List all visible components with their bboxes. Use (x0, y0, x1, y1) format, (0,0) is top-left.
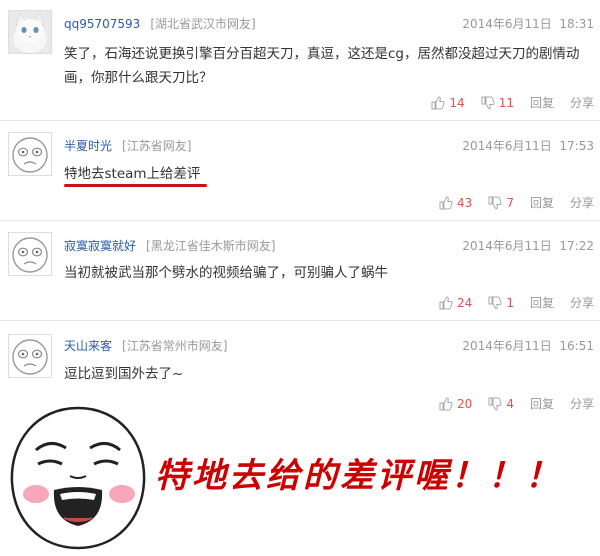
thumbs-up-icon (439, 295, 453, 309)
upvote-button[interactable]: 14 (431, 95, 465, 110)
date: 2014年6月11日 (462, 339, 552, 353)
thumbs-down-icon (488, 296, 502, 310)
comment-text: 当初就被武当那个劈水的视频给骗了，可别骗人了蜗牛 (64, 265, 388, 281)
username[interactable]: 天山来客 [江苏省常州市网友] (64, 337, 227, 354)
downvote-count: 1 (506, 295, 514, 310)
location: [江苏省网友] (122, 139, 192, 153)
clock: 18:31 (559, 17, 594, 31)
upvote-button[interactable]: 43 (439, 196, 472, 210)
reply-button[interactable]: 回复 (530, 194, 554, 211)
location: [黑龙江省佳木斯市网友] (146, 239, 276, 253)
share-button[interactable]: 分享 (570, 194, 594, 211)
username[interactable]: 半夏时光 [江苏省网友] (64, 137, 191, 154)
overlay-caption: 特地去给的差评喔！！！ (155, 456, 562, 496)
location: [湖北省武汉市网友] (150, 17, 256, 31)
default-face-avatar-icon (9, 133, 51, 175)
downvote-button[interactable]: 7 (488, 196, 514, 210)
share-button[interactable]: 分享 (570, 395, 594, 412)
downvote-count: 7 (506, 195, 514, 210)
downvote-button[interactable]: 11 (481, 96, 514, 110)
comment-actions: 20 4 回复 分享 (439, 395, 594, 412)
comment-actions: 43 7 回复 分享 (439, 194, 594, 211)
comment-actions: 24 1 回复 分享 (439, 294, 594, 311)
upvote-button[interactable]: 24 (439, 296, 472, 310)
thumbs-down-icon (488, 196, 502, 210)
divider (0, 320, 600, 321)
comment-text: 笑了，石海还说更换引擎百分百超天刀，真逗，这还是cg，居然都没超过天刀的剧情动画… (64, 46, 580, 86)
downvote-count: 4 (506, 396, 514, 411)
thumbs-down-icon (481, 96, 495, 110)
avatar[interactable] (8, 132, 52, 176)
share-button[interactable]: 分享 (570, 294, 594, 311)
comment-text: 特地去steam上给差评 (64, 166, 201, 182)
upvote-count: 43 (457, 195, 473, 210)
location: [江苏省常州市网友] (122, 339, 228, 353)
cat-avatar-icon (9, 11, 51, 53)
timestamp: 2014年6月11日 18:31 (462, 15, 594, 32)
reply-button[interactable]: 回复 (530, 294, 554, 311)
clock: 17:22 (559, 239, 594, 253)
date: 2014年6月11日 (462, 17, 552, 31)
clock: 16:51 (559, 339, 594, 353)
timestamp: 2014年6月11日 17:53 (462, 137, 594, 154)
username[interactable]: 寂寞寂寞就好 [黑龙江省佳木斯市网友] (64, 237, 275, 254)
highlight-underline (64, 184, 207, 187)
divider (0, 220, 600, 221)
date: 2014年6月11日 (462, 139, 552, 153)
avatar[interactable] (8, 232, 52, 276)
upvote-count: 20 (457, 396, 473, 411)
share-button[interactable]: 分享 (570, 94, 594, 111)
reply-button[interactable]: 回复 (530, 395, 554, 412)
username-text[interactable]: 天山来客 (64, 339, 112, 353)
comment-actions: 14 11 回复 分享 (431, 94, 594, 111)
downvote-count: 11 (498, 95, 514, 110)
username-text[interactable]: 半夏时光 (64, 139, 112, 153)
upvote-count: 24 (457, 295, 473, 310)
username[interactable]: qq95707593 [湖北省武汉市网友] (64, 15, 256, 32)
avatar[interactable] (8, 10, 52, 54)
username-text[interactable]: 寂寞寂寞就好 (64, 239, 136, 253)
username-text[interactable]: qq95707593 (64, 17, 140, 31)
date: 2014年6月11日 (462, 239, 552, 253)
comment-text: 逗比逗到国外去了~ (64, 366, 184, 382)
clock: 17:53 (559, 139, 594, 153)
upvote-button[interactable]: 20 (439, 397, 472, 411)
thumbs-up-icon (439, 396, 453, 410)
thumbs-up-icon (439, 195, 453, 209)
thumbs-down-icon (488, 397, 502, 411)
default-face-avatar-icon (9, 335, 51, 377)
laughing-meme-face-icon (8, 402, 148, 552)
thumbs-up-icon (431, 95, 445, 109)
avatar[interactable] (8, 334, 52, 378)
reply-button[interactable]: 回复 (530, 94, 554, 111)
timestamp: 2014年6月11日 17:22 (462, 237, 594, 254)
timestamp: 2014年6月11日 16:51 (462, 337, 594, 354)
upvote-count: 14 (449, 95, 465, 110)
default-face-avatar-icon (9, 233, 51, 275)
downvote-button[interactable]: 4 (488, 397, 514, 411)
downvote-button[interactable]: 1 (488, 296, 514, 310)
divider (0, 120, 600, 121)
